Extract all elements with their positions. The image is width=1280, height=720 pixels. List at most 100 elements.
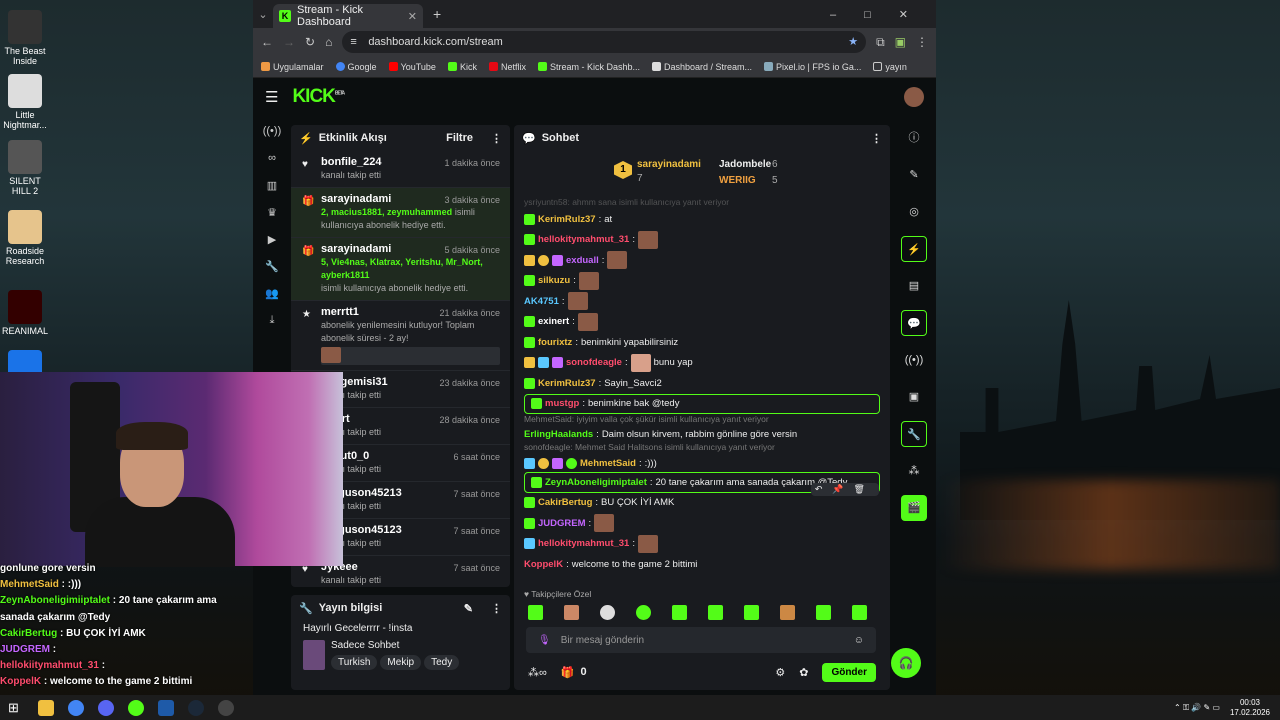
close-tab-icon[interactable]: ✕	[408, 10, 417, 23]
chat-message[interactable]: KerimRulz37: at	[514, 209, 890, 230]
chat-message[interactable]: fourixtz: benimkini yapabilirsiniz	[514, 332, 890, 353]
bookmark-apps[interactable]: Uygulamalar	[261, 62, 324, 72]
chat-username[interactable]: hellokitymahmut_31	[538, 234, 629, 245]
chat-username[interactable]: ZeynAboneligimiptalet	[545, 477, 647, 488]
chat-message[interactable]: sonofdeagle: bunu yap	[514, 353, 890, 374]
bookmark-dashboard[interactable]: Dashboard / Stream...	[652, 62, 752, 72]
obs-icon[interactable]	[218, 699, 234, 716]
points-icon[interactable]: ⁂∞	[528, 666, 547, 679]
chat-message[interactable]: exduall:	[514, 250, 890, 271]
emote-icon[interactable]	[852, 605, 867, 620]
emote-icon[interactable]	[816, 605, 831, 620]
chat-message[interactable]: hellokitymahmut_31:	[514, 230, 890, 251]
capture-icon[interactable]: ◎	[901, 199, 927, 225]
avatar[interactable]	[904, 87, 924, 107]
emote-tab-label[interactable]: Takipçilere Özel	[531, 589, 591, 599]
bookmark-star-icon[interactable]: ★	[848, 31, 858, 53]
chat-username[interactable]: sonofdeagle	[566, 357, 622, 368]
bookmark-folder-yayin[interactable]: yayın	[873, 62, 907, 72]
home-icon[interactable]: ⌂	[325, 35, 332, 49]
users-icon[interactable]: 👥	[258, 287, 286, 307]
chat-message[interactable]: MehmetSaid::)))	[514, 454, 890, 472]
discord-icon[interactable]	[98, 699, 114, 716]
emote-icon[interactable]	[528, 605, 543, 620]
mic-icon[interactable]: 🎙	[538, 635, 551, 646]
chat-username[interactable]: MehmetSaid	[580, 458, 636, 469]
chat-username[interactable]: JUDGREM	[538, 518, 586, 529]
send-button[interactable]: Gönder	[822, 662, 876, 682]
leader-3-name[interactable]: WERIIG	[719, 175, 756, 186]
emote-icon[interactable]	[708, 605, 723, 620]
info-icon[interactable]: ⓘ	[901, 125, 927, 151]
app-icon[interactable]	[158, 699, 174, 716]
clock-time[interactable]: 00:03	[1230, 698, 1270, 708]
message-actions[interactable]: ↶📌🗑	[810, 483, 879, 496]
edit-icon[interactable]: ✎	[464, 602, 473, 615]
tag-pill[interactable]: Mekip	[380, 655, 422, 670]
moderation-icon[interactable]: ▣	[901, 384, 927, 410]
emote-icon[interactable]	[564, 605, 579, 620]
menu-icon[interactable]: ⋮	[916, 35, 928, 49]
bookmark-kick-stream[interactable]: Stream - Kick Dashb...	[537, 62, 640, 72]
more-icon[interactable]: ⋮	[491, 602, 502, 615]
chat-username[interactable]: exduall	[566, 255, 599, 266]
windows-start-icon[interactable]: ⊞	[8, 700, 24, 716]
more-icon[interactable]: ⋮	[871, 132, 882, 145]
more-icon[interactable]: ⋮	[491, 132, 502, 145]
video-icon[interactable]: ▶	[258, 233, 286, 253]
chat-tools-icon[interactable]: ✿	[799, 666, 808, 679]
bolt-icon[interactable]: ⚡	[901, 236, 927, 262]
url-field[interactable]: ≡ dashboard.kick.com/stream ★	[342, 31, 867, 53]
file-explorer-icon[interactable]	[38, 699, 54, 716]
emote-icon[interactable]	[672, 605, 687, 620]
highlighted-chat-message[interactable]: mustgp: benimkine bak @tedy	[524, 393, 880, 414]
tag-pill[interactable]: Tedy	[424, 655, 460, 670]
emote-icon[interactable]	[780, 605, 795, 620]
chat-username[interactable]: fourixtz	[538, 337, 572, 348]
leader-1-name[interactable]: sarayinadami	[637, 159, 701, 170]
steam-icon[interactable]	[188, 699, 204, 716]
emoji-icon[interactable]: ☺	[854, 635, 864, 646]
points-icon[interactable]: ⁂	[901, 458, 927, 484]
bookmark-pixel[interactable]: Pixel.io | FPS io Ga...	[764, 62, 861, 72]
gift-icon[interactable]: 🎁	[561, 666, 575, 679]
chat-message[interactable]: JUDGREM:	[514, 513, 890, 534]
desktop-icon-silenthill[interactable]: SILENT HILL 2	[0, 140, 50, 196]
emote-icon[interactable]	[636, 605, 651, 620]
analytics-icon[interactable]: ▥	[258, 179, 286, 199]
chat-message[interactable]: KerimRulz37: Sayin_Savci2	[514, 373, 890, 394]
clock-date[interactable]: 17.02.2026	[1230, 708, 1270, 718]
emote-icon[interactable]	[744, 605, 759, 620]
chrome-icon[interactable]	[68, 699, 84, 716]
kick-logo[interactable]: KICKBETA	[292, 86, 345, 108]
chat-input[interactable]: 🎙 Bir mesaj gönderin ☺	[526, 627, 876, 653]
chat-message[interactable]: AK4751:	[514, 291, 890, 312]
bookmark-google[interactable]: Google	[335, 62, 377, 72]
filter-button[interactable]: Filtre	[446, 132, 473, 144]
upload-icon[interactable]: ⤓	[258, 314, 286, 334]
desktop-icon-beast[interactable]: The Beast Inside	[0, 10, 50, 66]
emote-icon[interactable]	[600, 605, 615, 620]
chat-message[interactable]: KoppelK: welcome to the game 2 bittimi	[514, 554, 890, 575]
desktop-icon-reanimal[interactable]: REANIMAL	[0, 290, 50, 336]
chat-message[interactable]: exinert:	[514, 312, 890, 333]
chat-username[interactable]: KerimRulz37	[538, 214, 596, 225]
link-icon[interactable]: ∞	[258, 152, 286, 172]
profile-icon[interactable]: ▣	[895, 35, 906, 49]
trophy-icon[interactable]: ♛	[258, 206, 286, 226]
chat-username[interactable]: AK4751	[524, 296, 559, 307]
live-icon[interactable]: ((•))	[258, 125, 286, 145]
window-controls[interactable]: –□✕	[830, 8, 936, 21]
chat-icon[interactable]: 💬	[901, 310, 927, 336]
forward-icon[interactable]: →	[283, 35, 295, 49]
category-name[interactable]: Sadece Sohbet	[331, 640, 462, 651]
kick-app-icon[interactable]	[128, 699, 144, 716]
hamburger-menu-icon[interactable]: ☰	[265, 88, 278, 106]
hovered-chat-message[interactable]: ZeynAboneligimiptalet:20 tane çakarım am…	[524, 472, 880, 496]
tab-search-icon[interactable]: ⌄	[253, 8, 273, 21]
new-tab-icon[interactable]: +	[433, 6, 441, 22]
support-headset-icon[interactable]: 🎧	[891, 648, 921, 678]
tab-kick-dashboard[interactable]: K Stream - Kick Dashboard ✕	[273, 4, 423, 28]
settings-icon[interactable]: ⚙	[775, 666, 785, 679]
broadcast-icon[interactable]: ((•))	[901, 347, 927, 373]
